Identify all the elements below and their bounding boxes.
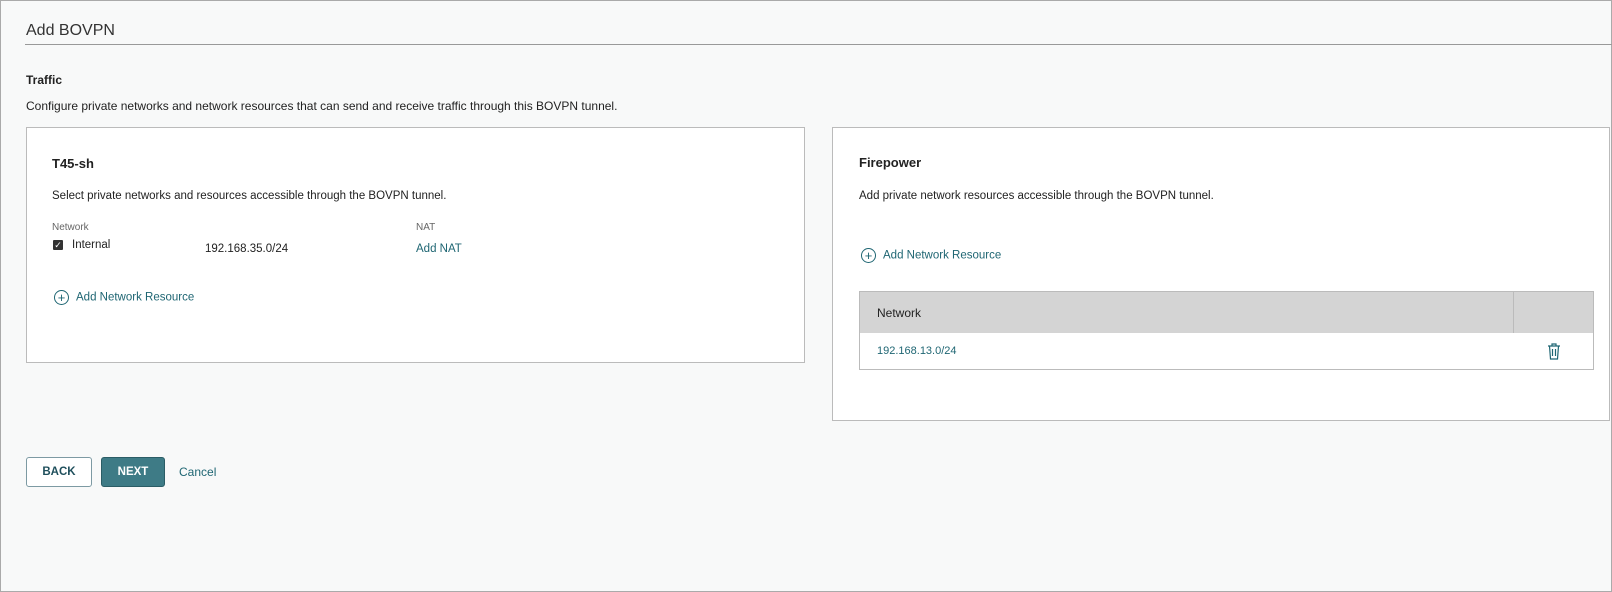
network-column-header: Network: [860, 292, 1514, 333]
network-subnet: 192.168.35.0/24: [205, 243, 289, 255]
title-divider: [25, 44, 1612, 45]
back-button[interactable]: BACK: [26, 457, 92, 487]
plus-circle-icon: +: [861, 248, 876, 263]
remote-gateway-panel: Firepower Add private network resources …: [832, 127, 1610, 421]
trash-icon[interactable]: [1547, 342, 1561, 360]
network-cell[interactable]: 192.168.13.0/24: [860, 345, 1514, 357]
local-gateway-panel: T45-sh Select private networks and resou…: [26, 127, 805, 363]
panel-description: Select private networks and resources ac…: [52, 190, 447, 202]
add-network-resource-link[interactable]: + Add Network Resource: [54, 290, 194, 305]
add-network-resource-link[interactable]: + Add Network Resource: [861, 248, 1001, 263]
network-column-label: Network: [52, 222, 89, 233]
plus-circle-icon: +: [54, 290, 69, 305]
actions-column-header: [1514, 292, 1593, 333]
network-name: Internal: [72, 239, 111, 251]
nat-column-label: NAT: [416, 222, 436, 233]
internal-checkbox[interactable]: ✓: [53, 240, 63, 250]
add-nat-link[interactable]: Add NAT: [416, 243, 462, 255]
table-header: Network: [860, 292, 1593, 333]
add-network-resource-label: Add Network Resource: [883, 249, 1002, 262]
panel-title: T45-sh: [52, 156, 94, 171]
page-title: Add BOVPN: [26, 22, 115, 39]
panel-description: Add private network resources accessible…: [859, 190, 1214, 202]
panel-title: Firepower: [859, 155, 922, 170]
network-resources-table: Network 192.168.13.0/24: [859, 291, 1594, 370]
table-row: 192.168.13.0/24: [860, 333, 1593, 369]
section-description: Configure private networks and network r…: [26, 99, 618, 113]
section-heading: Traffic: [26, 73, 63, 87]
cancel-link[interactable]: Cancel: [179, 465, 216, 479]
next-button[interactable]: NEXT: [101, 457, 165, 487]
add-network-resource-label: Add Network Resource: [76, 291, 195, 304]
